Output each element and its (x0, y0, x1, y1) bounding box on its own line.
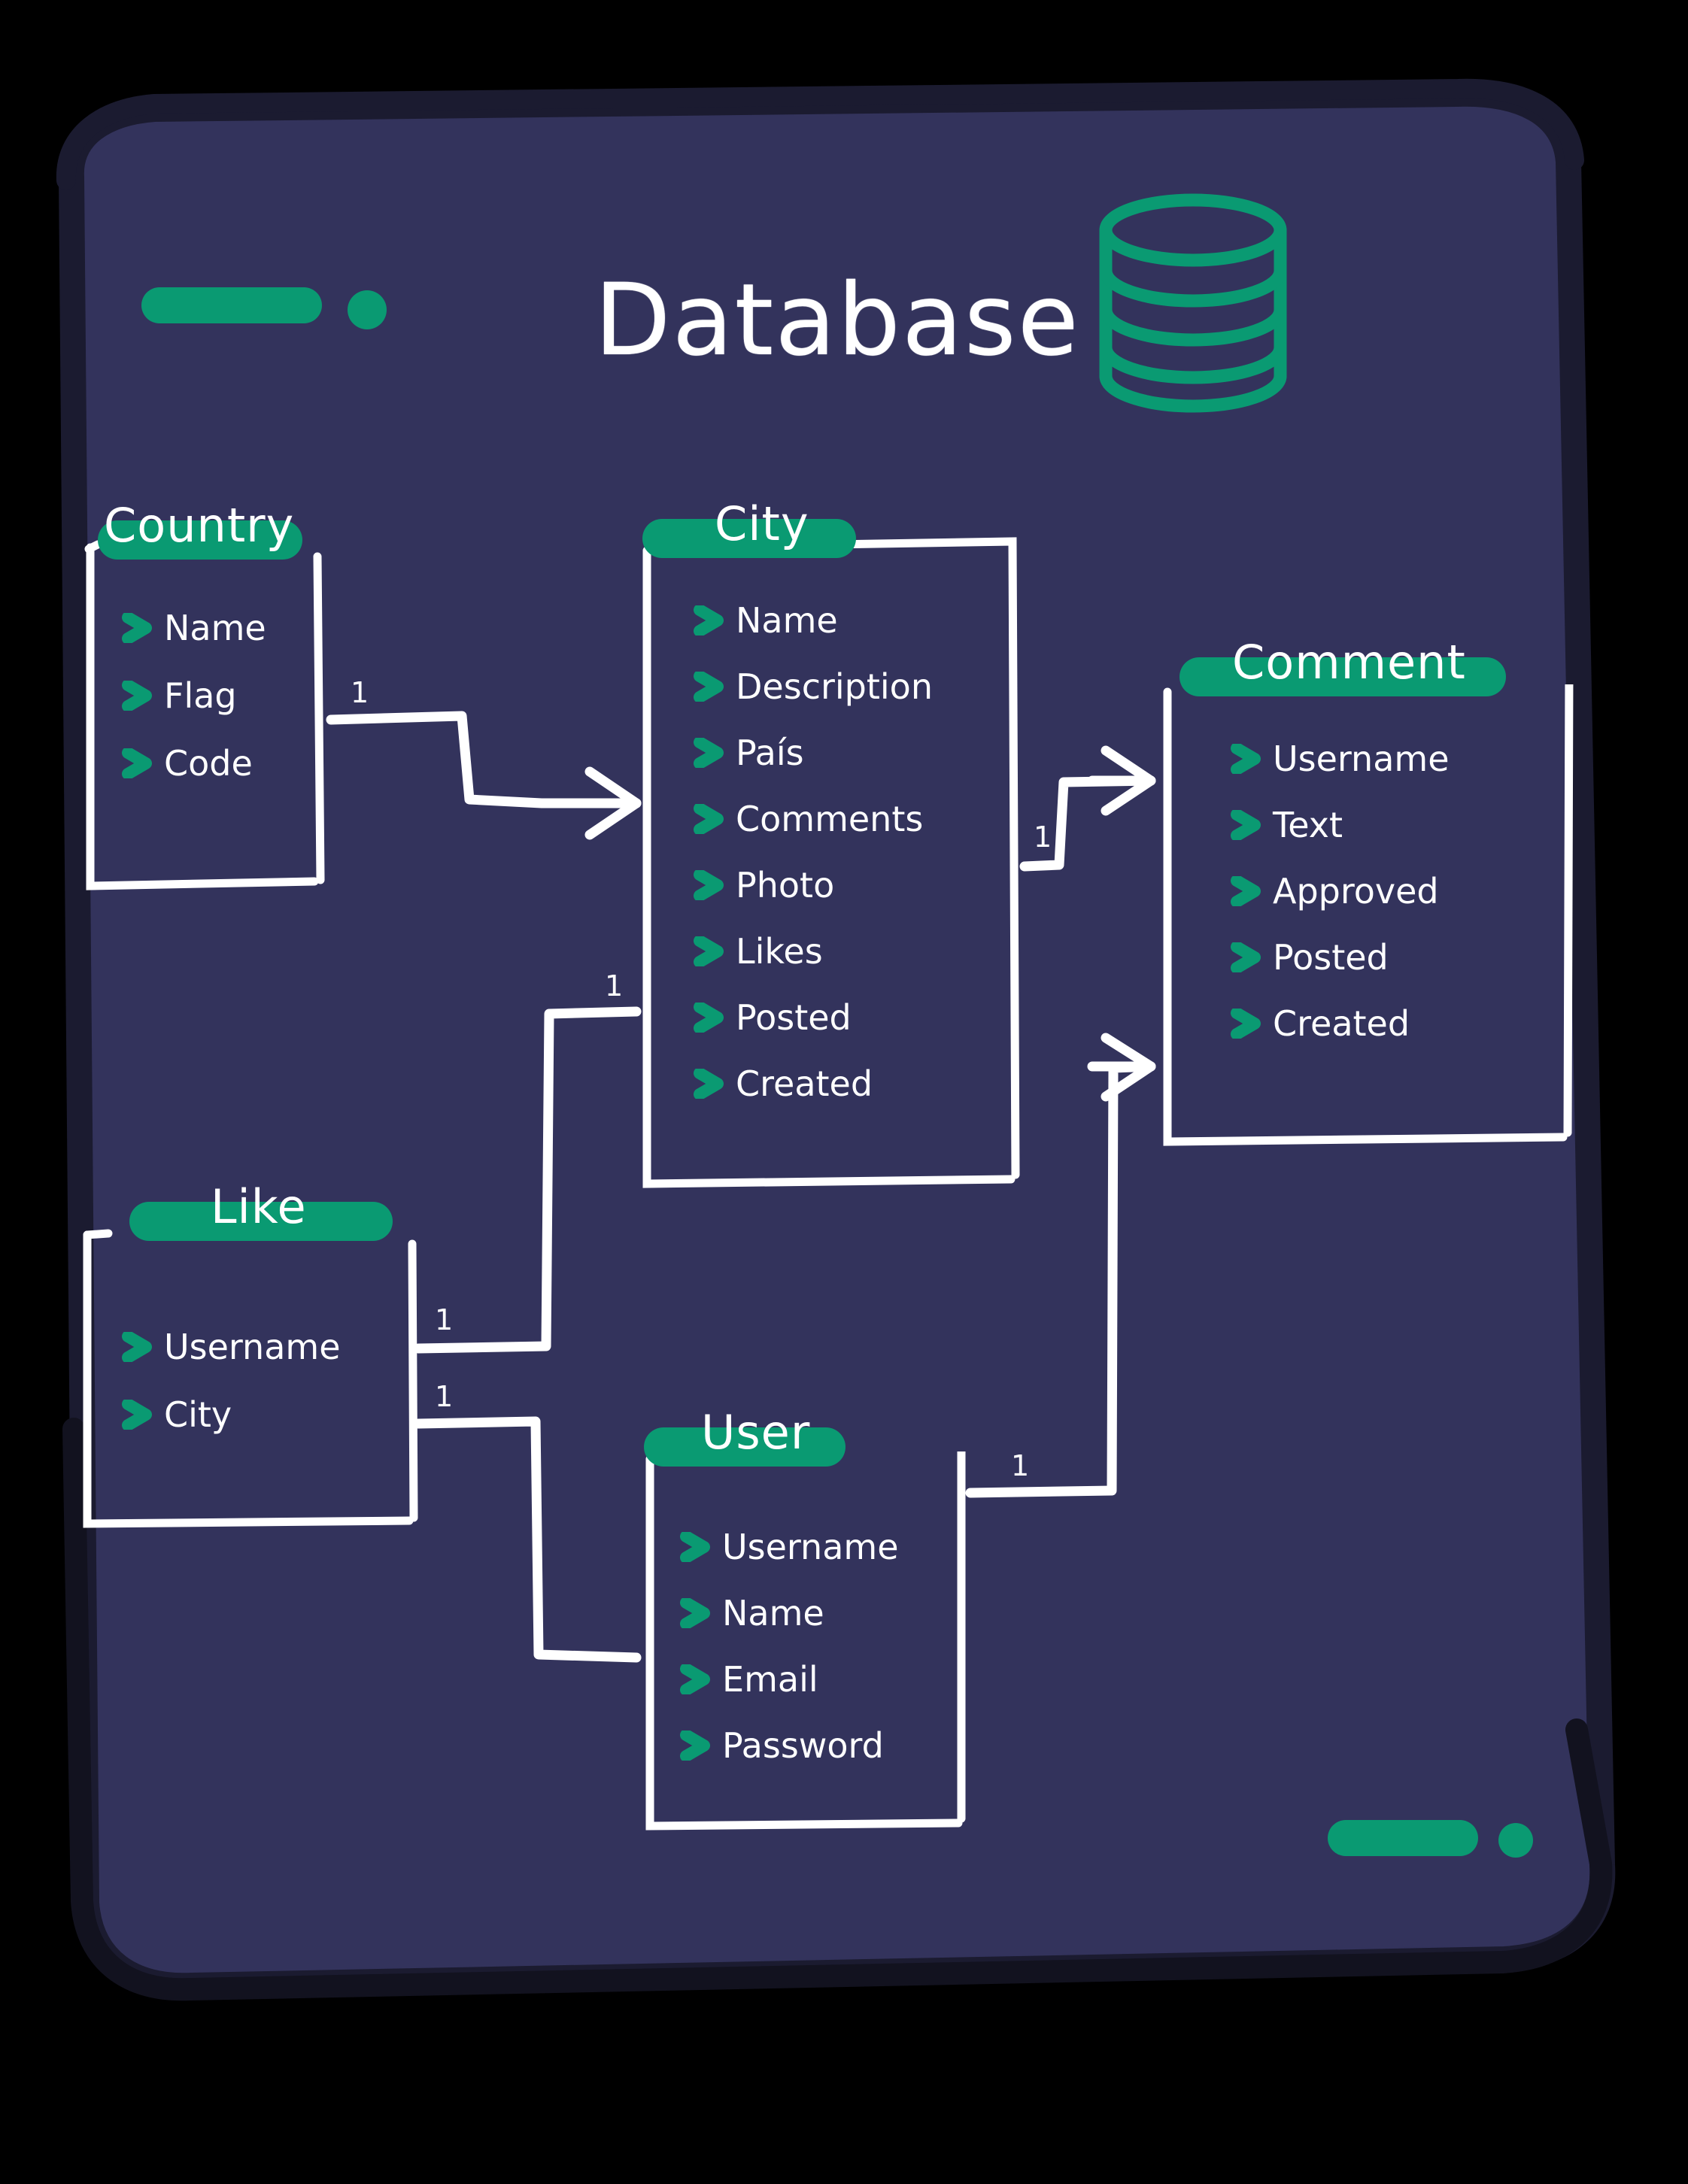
field-label: Name (736, 600, 838, 641)
chevron-right-icon (122, 1332, 152, 1362)
field-label: Name (722, 1593, 824, 1633)
field-row[interactable]: Email (680, 1662, 899, 1697)
field-row[interactable]: Photo (694, 868, 933, 902)
relationship-country-city (326, 711, 642, 808)
chevron-right-icon (680, 1532, 710, 1562)
field-row[interactable]: Description (694, 669, 933, 704)
field-label: Created (1273, 1003, 1410, 1044)
chevron-right-icon (694, 1069, 724, 1099)
field-row[interactable]: Code (122, 746, 266, 781)
cardinality-country-city: 1 (351, 676, 369, 709)
chevron-right-icon (694, 936, 724, 966)
field-row[interactable]: Likes (694, 934, 933, 969)
field-row[interactable]: País (694, 736, 933, 770)
chevron-right-icon (680, 1598, 710, 1628)
entity-city-fields: Name Description País Comments Photo Lik… (694, 603, 933, 1101)
field-row[interactable]: Username (1231, 742, 1450, 776)
entity-comment-fields: Username Text Approved Posted Created (1231, 742, 1450, 1041)
field-row[interactable]: Posted (1231, 940, 1450, 975)
entity-country-title: Country (104, 498, 295, 553)
field-label: Username (1273, 739, 1450, 779)
cardinality-city-comment: 1 (1034, 821, 1052, 854)
field-row[interactable]: Text (1231, 808, 1450, 842)
field-label: Description (736, 666, 933, 707)
field-row[interactable]: Name (122, 611, 266, 645)
entity-like-fields: Username City (122, 1330, 341, 1432)
chevron-right-icon (680, 1731, 710, 1761)
field-label: Likes (736, 931, 823, 972)
chevron-right-icon (1231, 1009, 1261, 1039)
field-label: Flag (164, 675, 237, 716)
chevron-right-icon (694, 1003, 724, 1033)
field-row[interactable]: Username (122, 1330, 341, 1364)
field-row[interactable]: Created (694, 1066, 933, 1101)
entity-country-fields: Name Flag Code (122, 611, 266, 781)
field-row[interactable]: City (122, 1397, 341, 1432)
field-row[interactable]: Username (680, 1530, 899, 1564)
cardinality-like-user: 1 (435, 1380, 454, 1413)
chevron-right-icon (122, 613, 152, 643)
entity-city[interactable]: City Name Description País Comments Phot… (636, 501, 1025, 1197)
field-row[interactable]: Name (694, 603, 933, 638)
field-label: Posted (736, 997, 852, 1038)
cardinality-city-like: 1 (605, 969, 624, 1003)
entity-country[interactable]: Country Name Flag Code (75, 502, 331, 902)
entity-like[interactable]: Like Username City (75, 1184, 418, 1534)
field-row[interactable]: Comments (694, 802, 933, 836)
chevron-right-icon (694, 738, 724, 768)
chevron-right-icon (1231, 810, 1261, 840)
field-label: City (164, 1394, 232, 1435)
field-label: Name (164, 608, 266, 648)
chevron-right-icon (694, 804, 724, 834)
relationship-like-user (413, 1416, 642, 1663)
field-row[interactable]: Name (680, 1596, 899, 1630)
relationship-like-city (413, 1006, 642, 1354)
field-label: Approved (1273, 871, 1439, 912)
cardinality-user-comment: 1 (1011, 1449, 1030, 1482)
chevron-right-icon (122, 1400, 152, 1430)
field-row[interactable]: Approved (1231, 874, 1450, 908)
diagram-canvas: Database 1 1 1 1 1 1 Country Name Flag C… (0, 0, 1688, 2184)
field-label: Posted (1273, 937, 1389, 978)
chevron-right-icon (1231, 942, 1261, 972)
field-label: Text (1273, 805, 1343, 845)
chevron-right-icon (680, 1664, 710, 1694)
field-label: Created (736, 1063, 873, 1104)
cardinality-like-city: 1 (435, 1303, 454, 1336)
field-label: Comments (736, 799, 924, 839)
chevron-right-icon (122, 681, 152, 711)
field-label: Email (722, 1659, 818, 1700)
entity-comment[interactable]: Comment Username Text Approved Posted Cr… (1157, 639, 1578, 1158)
chevron-right-icon (694, 605, 724, 635)
entity-user-title: User (701, 1405, 811, 1460)
chevron-right-icon (694, 870, 724, 900)
chevron-right-icon (1231, 876, 1261, 906)
field-label: Password (722, 1725, 884, 1766)
field-row[interactable]: Flag (122, 678, 266, 713)
chevron-right-icon (694, 672, 724, 702)
field-row[interactable]: Created (1231, 1006, 1450, 1041)
entity-user-fields: Username Name Email Password (680, 1530, 899, 1763)
chevron-right-icon (122, 748, 152, 778)
entity-comment-title: Comment (1232, 635, 1466, 690)
field-label: Photo (736, 865, 835, 905)
field-label: Username (722, 1527, 899, 1567)
entity-like-title: Like (211, 1179, 307, 1234)
field-label: Username (164, 1327, 341, 1367)
field-label: Code (164, 743, 253, 784)
field-row[interactable]: Password (680, 1728, 899, 1763)
field-label: País (736, 733, 804, 773)
entity-city-title: City (715, 496, 809, 551)
entity-user[interactable]: User Username Name Email Password (636, 1409, 970, 1837)
chevron-right-icon (1231, 744, 1261, 774)
field-row[interactable]: Posted (694, 1000, 933, 1035)
